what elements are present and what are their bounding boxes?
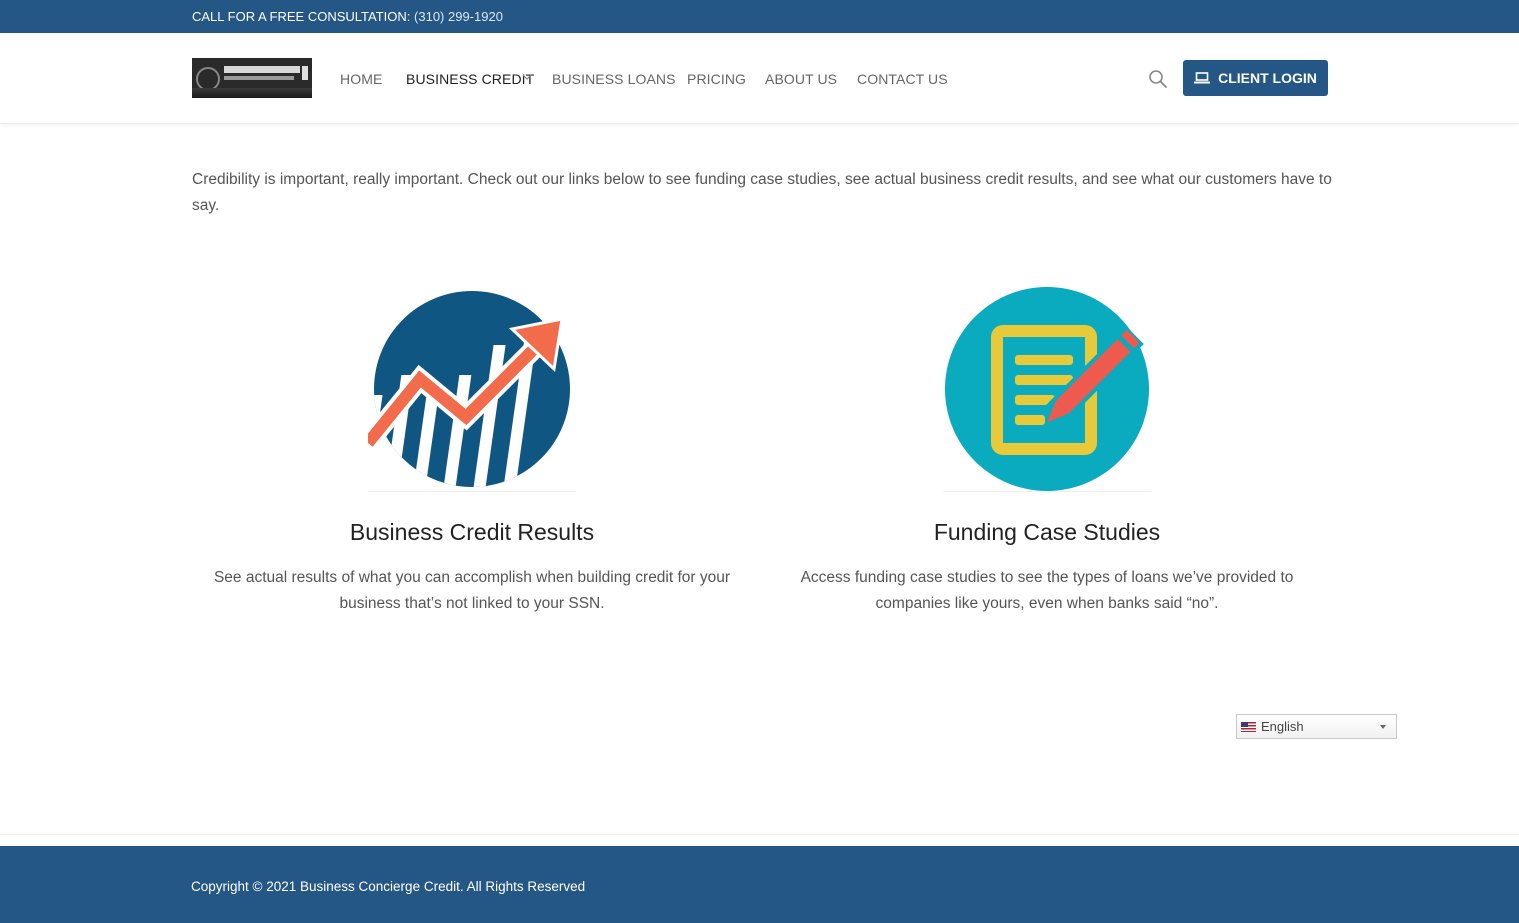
nav-contact-us[interactable]: CONTACT US — [857, 71, 948, 87]
client-login-label: CLIENT LOGIN — [1218, 70, 1317, 86]
card-description: Access funding case studies to see the t… — [800, 569, 1294, 612]
card-title[interactable]: Funding Case Studies — [767, 519, 1327, 546]
chevron-down-icon[interactable] — [522, 72, 532, 82]
logo-mark-a — [224, 66, 300, 73]
growth-chart-icon — [368, 291, 570, 487]
copyright-text: Copyright © 2021 Business Concierge Cred… — [191, 879, 586, 894]
nav-home[interactable]: HOME — [340, 71, 382, 87]
nav-business-loans[interactable]: BUSINESS LOANS — [552, 71, 676, 87]
client-login-button[interactable]: CLIENT LOGIN — [1183, 60, 1328, 96]
search-icon[interactable] — [1148, 69, 1168, 89]
intro-text: Credibility is important, really importa… — [192, 171, 1332, 214]
dropdown-arrow-icon — [1380, 725, 1386, 729]
top-bar: CALL FOR A FREE CONSULTATION: (310) 299-… — [0, 0, 1519, 33]
nav-pricing[interactable]: PRICING — [687, 71, 746, 87]
language-selected: English — [1261, 719, 1304, 734]
card-description: See actual results of what you can accom… — [213, 569, 731, 612]
laptop-icon — [1194, 72, 1211, 84]
consultation-label: CALL FOR A FREE CONSULTATION: — [192, 9, 411, 24]
site-logo[interactable] — [192, 58, 312, 98]
us-flag-icon — [1241, 721, 1256, 732]
logo-mark-c — [302, 66, 308, 80]
footer-divider — [0, 834, 1519, 835]
icon-underline — [368, 491, 576, 492]
card-title[interactable]: Business Credit Results — [192, 519, 752, 546]
icon-underline — [943, 491, 1151, 492]
nav-about-us[interactable]: ABOUT US — [765, 71, 837, 87]
language-select[interactable]: English — [1236, 714, 1397, 739]
logo-shade — [192, 88, 312, 98]
phone-number[interactable]: (310) 299-1920 — [414, 9, 503, 24]
document-pencil-icon — [945, 287, 1149, 491]
logo-mark-b — [224, 76, 294, 80]
site-footer: Copyright © 2021 Business Concierge Cred… — [0, 846, 1519, 923]
consultation-line: CALL FOR A FREE CONSULTATION: (310) 299-… — [192, 9, 503, 24]
site-header: HOME BUSINESS CREDIT BUSINESS LOANS PRIC… — [0, 33, 1519, 124]
nav-business-credit[interactable]: BUSINESS CREDIT — [406, 71, 534, 87]
